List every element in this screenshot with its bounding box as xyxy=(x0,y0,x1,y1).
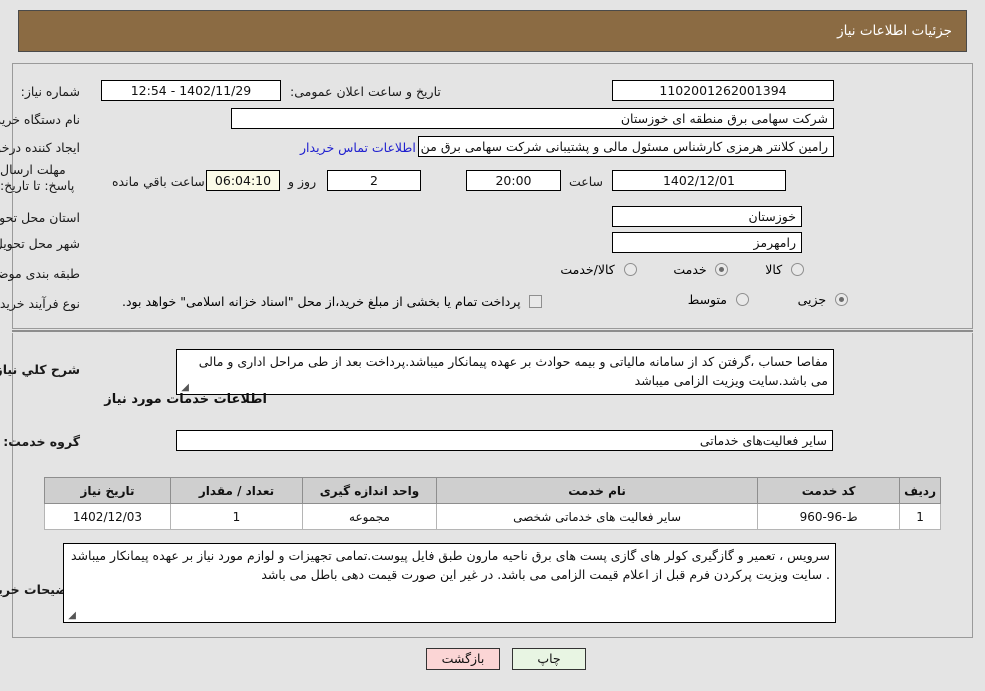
process-option-jozei-label: جزیی xyxy=(797,292,827,307)
service-group-label: گروه خدمت: xyxy=(3,434,80,449)
deadline-date-value: 1402/12/01 xyxy=(612,170,786,191)
category-option-khedmat[interactable]: خدمت xyxy=(665,262,729,277)
announce-datetime-value: 1402/11/29 - 12:54 xyxy=(101,80,281,101)
process-option-motevaset[interactable]: متوسط xyxy=(683,292,749,307)
cell-name: سایر فعالیت های خدماتی شخصی xyxy=(435,503,759,530)
radio-kala-icon[interactable] xyxy=(791,263,804,276)
buyer-org-value: شرکت سهامی برق منطقه ای خوزستان xyxy=(231,108,834,129)
cell-code: ط-96-960 xyxy=(757,503,901,530)
category-option-khedmat-label: خدمت xyxy=(673,262,707,277)
col-name: نام خدمت xyxy=(435,477,759,504)
process-radio-group: جزیی متوسط xyxy=(600,292,848,307)
process-label: نوع فرآیند خرید : xyxy=(0,296,80,311)
need-details-panel xyxy=(12,63,973,329)
resize-grip-icon-notes[interactable]: ◢ xyxy=(66,611,76,621)
days-label: روز و xyxy=(288,174,317,189)
deadline-label: مهلت ارسال پاسخ: تا تاریخ: xyxy=(0,162,75,193)
buyer-contact-link[interactable]: اطلاعات تماس خریدار xyxy=(300,140,416,155)
radio-kala-khedmat-icon[interactable] xyxy=(623,263,637,276)
province-value: خوزستان xyxy=(612,206,802,227)
buyer-notes-textarea[interactable]: سرویس ، تعمیر و گازگیری کولر های گازی پس… xyxy=(63,543,836,623)
hour-value: 20:00 xyxy=(466,170,561,191)
category-option-kala-label: کالا xyxy=(765,262,783,277)
process-option-jozei[interactable]: جزیی xyxy=(789,292,848,307)
col-quantity: تعداد / مقدار xyxy=(170,477,303,504)
table-header-row: ردیف کد خدمت نام خدمت واحد اندازه گیری ت… xyxy=(44,477,941,504)
buyer-org-label: نام دستگاه خریدار: xyxy=(0,112,80,127)
col-code: کد خدمت xyxy=(757,477,901,504)
countdown-label: ساعت باقي مانده xyxy=(112,174,205,189)
process-option-motevaset-label: متوسط xyxy=(687,292,727,307)
page-title: جزئیات اطلاعات نیاز xyxy=(837,23,952,39)
announce-datetime-label: تاریخ و ساعت اعلان عمومی: xyxy=(290,84,441,99)
col-unit: واحد اندازه گیری xyxy=(302,477,437,504)
cell-quantity: 1 xyxy=(170,503,303,530)
category-option-kala-khedmat-label: کالا/خدمت xyxy=(560,262,615,277)
services-table: ردیف کد خدمت نام خدمت واحد اندازه گیری ت… xyxy=(44,477,941,530)
radio-khedmat-icon[interactable] xyxy=(715,263,729,276)
radio-motevaset-icon[interactable] xyxy=(735,293,749,306)
requester-label: ایجاد کننده درخواست: xyxy=(0,140,80,155)
panel-divider xyxy=(12,330,973,332)
need-number-value: 1102001262001394 xyxy=(612,80,834,101)
description-text: مفاصا حساب ،گرفتن کد از سامانه مالیاتی و… xyxy=(198,354,828,388)
treasury-checkbox-row[interactable]: پرداخت تمام یا بخشی از مبلغ خرید،از محل … xyxy=(117,294,543,309)
requester-value: رامین کلانتر هرمزی کارشناس مسئول مالی و … xyxy=(418,136,834,157)
category-option-kala[interactable]: کالا xyxy=(756,262,804,277)
category-option-kala-khedmat[interactable]: کالا/خدمت xyxy=(555,262,637,277)
col-date: تاریخ نیاز xyxy=(44,477,171,504)
radio-jozei-icon[interactable] xyxy=(835,293,848,306)
description-textarea[interactable]: مفاصا حساب ،گرفتن کد از سامانه مالیاتی و… xyxy=(176,349,834,395)
page-header-bar: جزئیات اطلاعات نیاز xyxy=(18,10,967,52)
treasury-checkbox[interactable] xyxy=(529,295,543,308)
services-section-title: اطلاعات خدمات مورد نیاز xyxy=(104,392,267,407)
cell-date: 1402/12/03 xyxy=(44,503,171,530)
buyer-notes-text: سرویس ، تعمیر و گازگیری کولر های گازی پس… xyxy=(70,548,830,582)
cell-unit: مجموعه xyxy=(302,503,437,530)
table-row: 1 ط-96-960 سایر فعالیت های خدماتی شخصی م… xyxy=(44,503,941,530)
col-index: ردیف xyxy=(899,477,941,504)
countdown-value: 06:04:10 xyxy=(206,170,280,191)
category-radio-group: کالا خدمت کالا/خدمت xyxy=(540,262,804,277)
service-group-value: سایر فعالیت‌های خدماتی xyxy=(176,430,833,451)
services-table-wrapper: ردیف کد خدمت نام خدمت واحد اندازه گیری ت… xyxy=(44,477,941,530)
hour-label: ساعت xyxy=(569,174,604,189)
city-value: رامهرمز xyxy=(612,232,802,253)
need-number-label: شماره نیاز: xyxy=(20,84,80,99)
treasury-checkbox-label: پرداخت تمام یا بخشی از مبلغ خرید،از محل … xyxy=(122,294,521,309)
category-label: طبقه بندی موضوعی: xyxy=(0,266,80,281)
print-button[interactable]: چاپ xyxy=(512,648,586,670)
province-label: استان محل تحویل: xyxy=(0,210,80,225)
cell-index: 1 xyxy=(899,503,941,530)
description-label: شرح کلي نیاز: xyxy=(0,362,80,377)
days-remaining-value: 2 xyxy=(327,170,421,191)
back-button[interactable]: بازگشت xyxy=(426,648,500,670)
city-label: شهر محل تحویل: xyxy=(0,236,80,251)
